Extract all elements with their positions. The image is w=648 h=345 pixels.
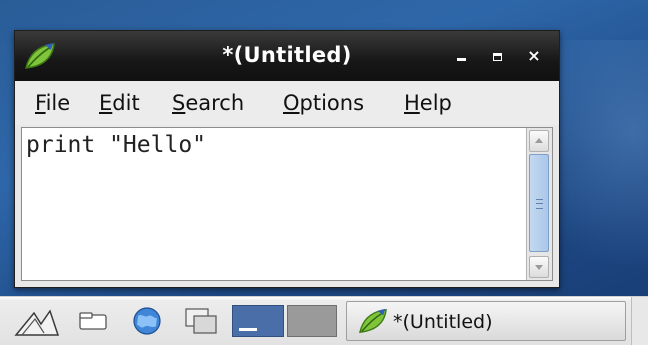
menu-edit[interactable]: Edit [99,91,140,115]
editor-window: *(Untitled) × File Edit Search Options H… [14,30,560,288]
close-icon: × [527,46,541,65]
menu-search[interactable]: Search [172,91,244,115]
leafpad-icon [357,307,389,335]
scroll-thumb[interactable] [529,154,549,252]
window-title: *(Untitled) [222,43,352,67]
task-label: *(Untitled) [393,311,493,333]
menu-help-mnemonic: H [404,91,420,115]
maximize-button[interactable] [487,45,509,67]
workspace-1-button[interactable] [232,305,284,337]
task-button-untitled[interactable]: *(Untitled) [346,301,626,341]
workspace-window-preview [239,328,257,331]
scroll-up-button[interactable] [529,130,549,152]
menu-help-label: elp [419,91,452,115]
menu-edit-label: dit [112,91,140,115]
menu-options-mnemonic: O [283,91,300,115]
workspace-2-button[interactable] [287,305,337,337]
menu-options-label: ptions [299,91,365,115]
minimize-button[interactable] [451,45,473,67]
menu-help[interactable]: Help [404,91,452,115]
minimize-icon [457,58,466,61]
taskbar: *(Untitled) [0,296,648,345]
close-button[interactable]: × [523,45,545,67]
web-browser-icon[interactable] [130,305,164,337]
menu-options[interactable]: Options [283,91,364,115]
show-desktop-icon[interactable] [180,305,217,337]
window-titlebar[interactable]: *(Untitled) × [15,31,559,81]
text-editor-area[interactable]: print "Hello" [21,127,553,281]
editor-content[interactable]: print "Hello" [26,132,206,158]
menu-edit-mnemonic: E [99,91,113,115]
menu-file[interactable]: File [35,91,70,115]
menu-file-mnemonic: F [35,91,46,115]
grip-icon [536,199,543,209]
vertical-scrollbar[interactable] [526,128,552,280]
menu-bar: File Edit Search Options Help [15,81,559,125]
file-manager-icon[interactable] [76,305,110,337]
menu-search-mnemonic: S [172,91,186,115]
scroll-down-button[interactable] [529,256,549,278]
menu-file-label: ile [45,91,71,115]
maximize-icon [493,53,502,61]
taskbar-edge [631,297,648,345]
menu-search-label: earch [185,91,245,115]
start-menu-icon[interactable] [14,305,60,337]
